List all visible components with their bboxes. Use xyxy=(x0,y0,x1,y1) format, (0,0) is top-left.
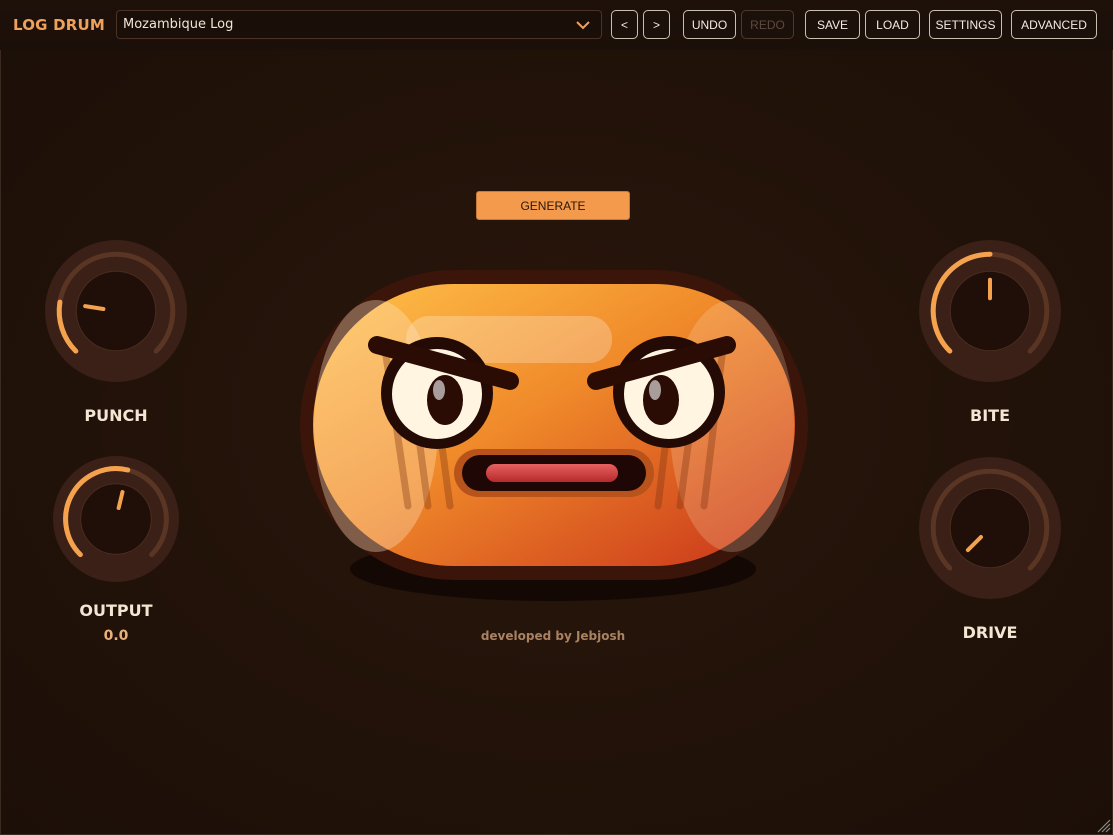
punch-knob[interactable] xyxy=(43,238,189,384)
undo-button[interactable]: UNDO xyxy=(683,10,736,39)
app-title: LOG DRUM xyxy=(13,16,106,34)
output-knob-cap xyxy=(80,483,152,555)
punch-label: PUNCH xyxy=(84,406,148,425)
preset-dropdown[interactable]: Mozambique Log xyxy=(116,10,602,39)
output-label: OUTPUT xyxy=(79,601,153,620)
punch-knob-cap xyxy=(75,270,157,352)
preset-name: Mozambique Log xyxy=(123,17,234,32)
toolbar: LOG DRUM Mozambique Log < > UNDO REDO SA… xyxy=(0,0,1113,50)
chevron-down-icon xyxy=(575,19,591,34)
log-drum-mascot xyxy=(300,270,808,601)
drive-label: DRIVE xyxy=(962,623,1018,642)
next-preset-button[interactable]: > xyxy=(643,10,670,39)
output-value: 0.0 xyxy=(103,628,129,644)
punch-knob-pointer xyxy=(83,304,106,312)
bite-label: BITE xyxy=(970,406,1010,425)
bite-knob[interactable] xyxy=(917,238,1063,384)
drive-knob[interactable] xyxy=(917,455,1063,601)
load-button[interactable]: LOAD xyxy=(865,10,920,39)
output-knob[interactable] xyxy=(51,454,181,584)
save-button[interactable]: SAVE xyxy=(805,10,860,39)
developer-credit: developed by Jebjosh xyxy=(480,629,626,643)
prev-preset-button[interactable]: < xyxy=(611,10,638,39)
resize-grip-icon[interactable] xyxy=(1095,817,1111,833)
drive-knob-cap xyxy=(949,487,1031,569)
generate-button[interactable]: GENERATE xyxy=(476,191,630,220)
settings-button[interactable]: SETTINGS xyxy=(929,10,1002,39)
advanced-button[interactable]: ADVANCED xyxy=(1011,10,1097,39)
redo-button[interactable]: REDO xyxy=(741,10,794,39)
